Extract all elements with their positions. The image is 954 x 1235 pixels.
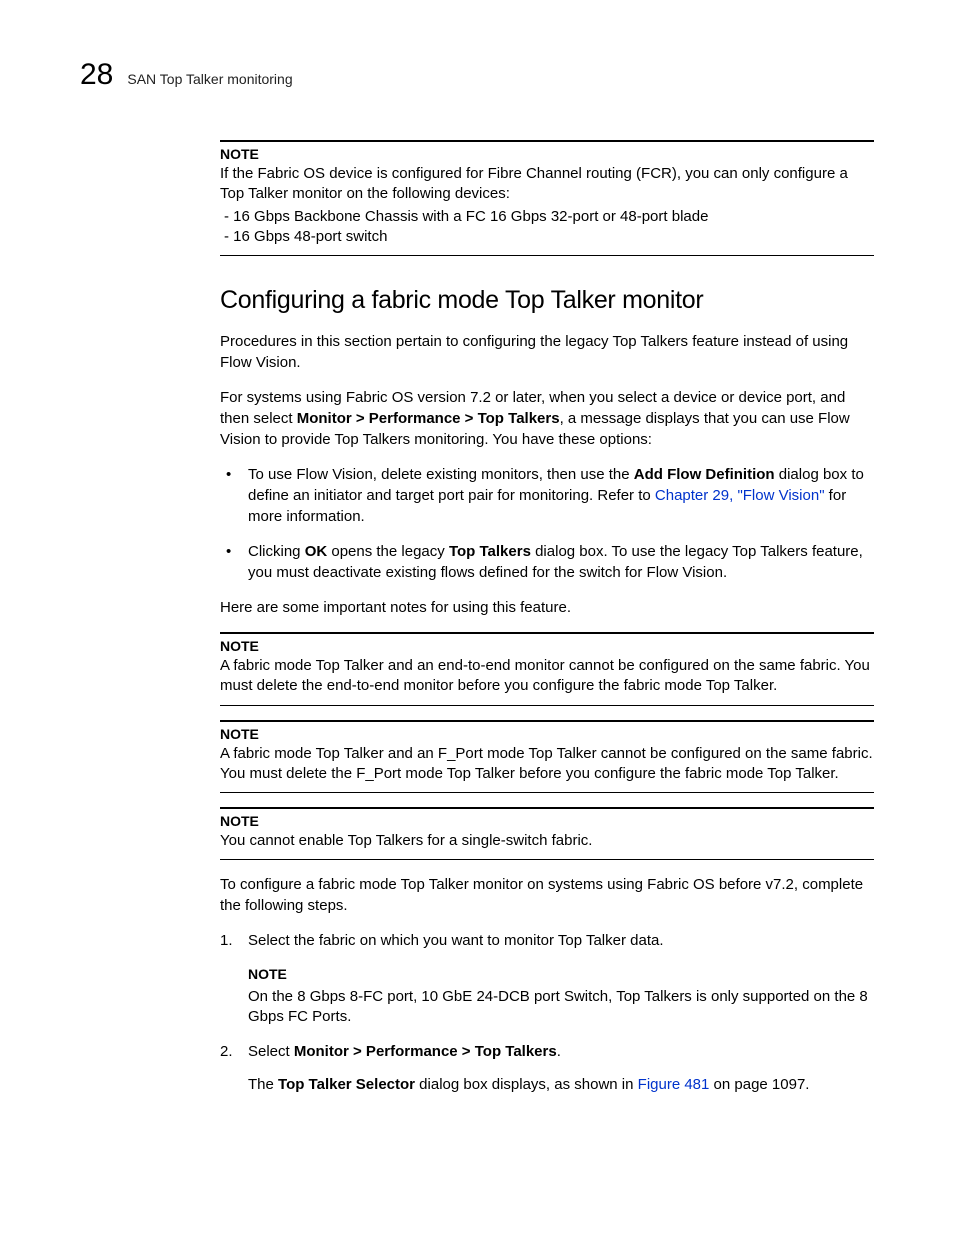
- dialog-name: Top Talkers: [449, 543, 531, 560]
- text: .: [557, 1043, 561, 1060]
- list-item: To use Flow Vision, delete existing moni…: [220, 464, 874, 527]
- text: opens the legacy: [327, 543, 449, 560]
- text: on page 1097.: [709, 1076, 809, 1093]
- text: Clicking: [248, 543, 305, 560]
- steps-list: Select the fabric on which you want to m…: [220, 930, 874, 1095]
- list-item: Clicking OK opens the legacy Top Talkers…: [220, 541, 874, 583]
- cross-ref-link[interactable]: Chapter 29, "Flow Vision": [655, 487, 825, 504]
- page-number: 28: [80, 60, 113, 90]
- note-body: A fabric mode Top Talker and an end-to-e…: [220, 656, 874, 697]
- step-result: The Top Talker Selector dialog box displ…: [248, 1074, 874, 1095]
- paragraph-intro: Procedures in this section pertain to co…: [220, 331, 874, 373]
- button-name: OK: [305, 543, 328, 560]
- note-body: A fabric mode Top Talker and an F_Port m…: [220, 744, 874, 785]
- note-text: If the Fabric OS device is configured fo…: [220, 165, 848, 202]
- note-body: On the 8 Gbps 8-FC port, 10 GbE 24-DCB p…: [248, 987, 874, 1028]
- text: The: [248, 1076, 278, 1093]
- note-label: NOTE: [220, 146, 874, 162]
- note-body: You cannot enable Top Talkers for a sing…: [220, 831, 874, 851]
- running-title: SAN Top Talker monitoring: [127, 71, 292, 87]
- note-fcr: NOTE If the Fabric OS device is configur…: [220, 140, 874, 256]
- note-label: NOTE: [220, 638, 874, 654]
- note-single-switch: NOTE You cannot enable Top Talkers for a…: [220, 807, 874, 860]
- note-item: 16 Gbps Backbone Chassis with a FC 16 Gb…: [220, 207, 874, 227]
- dialog-name: Add Flow Definition: [634, 466, 775, 483]
- section-heading: Configuring a fabric mode Top Talker mon…: [220, 286, 874, 315]
- text: To use Flow Vision, delete existing moni…: [248, 466, 634, 483]
- note-label: NOTE: [220, 813, 874, 829]
- note-fport: NOTE A fabric mode Top Talker and an F_P…: [220, 720, 874, 794]
- text: dialog box displays, as shown in: [415, 1076, 638, 1093]
- step-text: Select the fabric on which you want to m…: [248, 932, 664, 949]
- paragraph-configure: To configure a fabric mode Top Talker mo…: [220, 874, 874, 916]
- step-note: NOTE On the 8 Gbps 8-FC port, 10 GbE 24-…: [248, 965, 874, 1027]
- menu-path: Monitor > Performance > Top Talkers: [294, 1043, 557, 1060]
- note-label: NOTE: [220, 726, 874, 742]
- dialog-name: Top Talker Selector: [278, 1076, 415, 1093]
- note-body: If the Fabric OS device is configured fo…: [220, 164, 874, 247]
- note-item: 16 Gbps 48-port switch: [220, 227, 874, 247]
- step-item: Select Monitor > Performance > Top Talke…: [220, 1041, 874, 1095]
- figure-ref-link[interactable]: Figure 481: [638, 1076, 710, 1093]
- paragraph-systems: For systems using Fabric OS version 7.2 …: [220, 387, 874, 450]
- options-list: To use Flow Vision, delete existing moni…: [220, 464, 874, 583]
- step-item: Select the fabric on which you want to m…: [220, 930, 874, 1027]
- menu-path: Monitor > Performance > Top Talkers: [297, 410, 560, 427]
- note-end-to-end: NOTE A fabric mode Top Talker and an end…: [220, 632, 874, 706]
- note-label: NOTE: [248, 965, 874, 985]
- text: Select: [248, 1043, 294, 1060]
- paragraph-notes-intro: Here are some important notes for using …: [220, 597, 874, 618]
- page-header: 28 SAN Top Talker monitoring: [80, 60, 874, 90]
